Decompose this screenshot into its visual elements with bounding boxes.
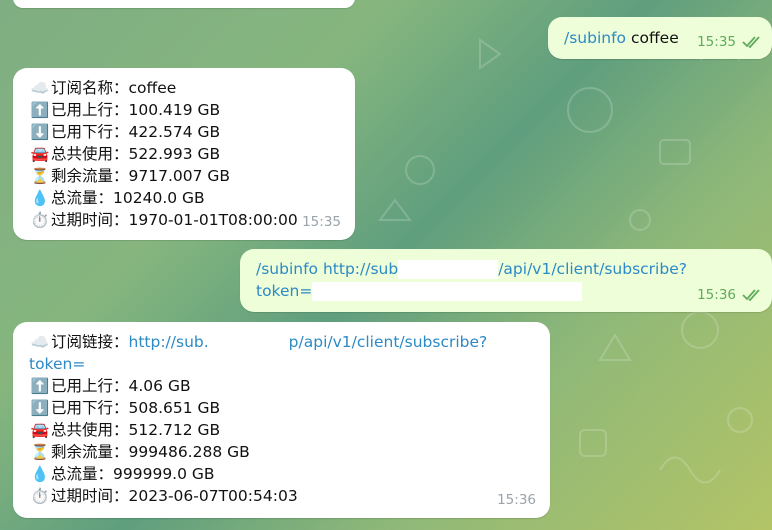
stopwatch-icon: ⏱️ bbox=[30, 211, 50, 229]
info-label: 总流量： bbox=[51, 189, 114, 207]
info-value: 422.574 GB bbox=[128, 123, 221, 141]
info-value: 4.06 GB bbox=[128, 377, 191, 395]
info-line: ⏱️ 过期时间：2023-06-07T00:54:03 bbox=[29, 485, 534, 507]
info-line: ⏱️ 过期时间：1970-01-01T08:00:00 bbox=[29, 209, 339, 231]
double-check-icon bbox=[742, 289, 760, 301]
message-time: 15:35 bbox=[302, 214, 341, 230]
hourglass-icon: ⏳ bbox=[30, 167, 50, 185]
info-value: 10240.0 GB bbox=[113, 189, 205, 207]
info-label: 剩余流量： bbox=[51, 443, 129, 461]
cloud-icon: ☁️ bbox=[30, 333, 50, 351]
info-line: 💧 总流量：999999.0 GB bbox=[29, 463, 534, 485]
info-label: 过期时间： bbox=[51, 211, 129, 229]
info-lines: ⬆️ 已用上行：4.06 GB ⬇️ 已用下行：508.651 GB 🚘 总共使用：512… bbox=[29, 375, 534, 507]
incoming-message-1[interactable]: ☁️ 订阅名称：coffee ⬆️ 已用上行：100.419 GB ⬇️ 已用下行：422… bbox=[13, 68, 355, 240]
subscribe-url-token[interactable]: token= bbox=[256, 282, 312, 300]
droplet-icon: 💧 bbox=[30, 189, 50, 207]
info-value: 9717.007 GB bbox=[128, 167, 231, 185]
info-line: ⏳ 剩余流量：9717.007 GB bbox=[29, 165, 339, 187]
info-label: 总流量： bbox=[51, 465, 114, 483]
info-value: 1970-01-01T08:00:00 bbox=[128, 211, 298, 229]
hourglass-icon: ⏳ bbox=[30, 443, 50, 461]
link-label: 订阅链接： bbox=[51, 333, 129, 351]
down-arrow-icon: ⬇️ bbox=[30, 123, 50, 141]
info-value: 508.651 GB bbox=[128, 399, 221, 417]
info-label: 订阅名称： bbox=[51, 79, 129, 97]
up-arrow-icon: ⬆️ bbox=[30, 101, 50, 119]
info-value: 100.419 GB bbox=[128, 101, 221, 119]
info-line: ⬇️ 已用下行：508.651 GB bbox=[29, 397, 534, 419]
info-lines: ☁️ 订阅名称：coffee ⬆️ 已用上行：100.419 GB ⬇️ 已用下行：422… bbox=[29, 77, 339, 231]
up-arrow-icon: ⬆️ bbox=[30, 377, 50, 395]
info-label: 剩余流量： bbox=[51, 167, 129, 185]
info-line: ☁️ 订阅名称：coffee bbox=[29, 77, 339, 99]
redacted-token bbox=[312, 282, 583, 301]
info-value: 522.993 GB bbox=[128, 145, 221, 163]
info-line: 💧 总流量：10240.0 GB bbox=[29, 187, 339, 209]
info-line: ⏳ 剩余流量：999486.288 GB bbox=[29, 441, 534, 463]
message-text: coffee bbox=[630, 29, 679, 47]
droplet-icon: 💧 bbox=[30, 465, 50, 483]
message-time: 15:35 bbox=[697, 31, 762, 53]
info-label: 已用下行： bbox=[51, 399, 129, 417]
info-label: 已用下行： bbox=[51, 123, 129, 141]
subscription-link-token[interactable]: token= bbox=[29, 355, 85, 373]
info-value: coffee bbox=[128, 79, 177, 97]
incoming-message-2[interactable]: ☁️ 订阅链接：http://sub. p/api/v1/client/subscr… bbox=[13, 322, 550, 518]
outgoing-message-2[interactable]: /subinfo http://sub/api/v1/client/subscr… bbox=[240, 249, 772, 312]
info-label: 已用上行： bbox=[51, 377, 129, 395]
subscription-link[interactable]: http://sub. p/api/v1/client/subscribe? bbox=[129, 333, 487, 352]
down-arrow-icon: ⬇️ bbox=[30, 399, 50, 417]
double-check-icon bbox=[742, 36, 760, 48]
car-icon: 🚘 bbox=[30, 421, 50, 439]
info-label: 过期时间： bbox=[51, 487, 129, 505]
command-link[interactable]: /subinfo bbox=[256, 260, 318, 278]
message-time: 15:36 bbox=[497, 492, 536, 508]
outgoing-message-1[interactable]: /subinfo coffee 15:35 bbox=[548, 17, 772, 59]
info-line: 🚘 总共使用：522.993 GB bbox=[29, 143, 339, 165]
info-value: 512.712 GB bbox=[128, 421, 221, 439]
info-line: ⬆️ 已用上行：100.419 GB bbox=[29, 99, 339, 121]
info-label: 总共使用： bbox=[51, 145, 129, 163]
subscribe-url[interactable]: http://sub/api/v1/client/subscribe? bbox=[323, 260, 687, 279]
stopwatch-icon: ⏱️ bbox=[30, 487, 50, 505]
car-icon: 🚘 bbox=[30, 145, 50, 163]
info-label: 已用上行： bbox=[51, 101, 129, 119]
cloud-icon: ☁️ bbox=[30, 79, 50, 97]
info-value: 999999.0 GB bbox=[113, 465, 215, 483]
previous-message-bubble bbox=[13, 0, 355, 8]
info-line: ⬇️ 已用下行：422.574 GB bbox=[29, 121, 339, 143]
info-label: 总共使用： bbox=[51, 421, 129, 439]
info-value: 2023-06-07T00:54:03 bbox=[128, 487, 298, 505]
info-line: 🚘 总共使用：512.712 GB bbox=[29, 419, 534, 441]
command-link[interactable]: /subinfo bbox=[564, 29, 626, 47]
info-line: ⬆️ 已用上行：4.06 GB bbox=[29, 375, 534, 397]
info-value: 999486.288 GB bbox=[128, 443, 250, 461]
message-time: 15:36 bbox=[697, 284, 762, 306]
